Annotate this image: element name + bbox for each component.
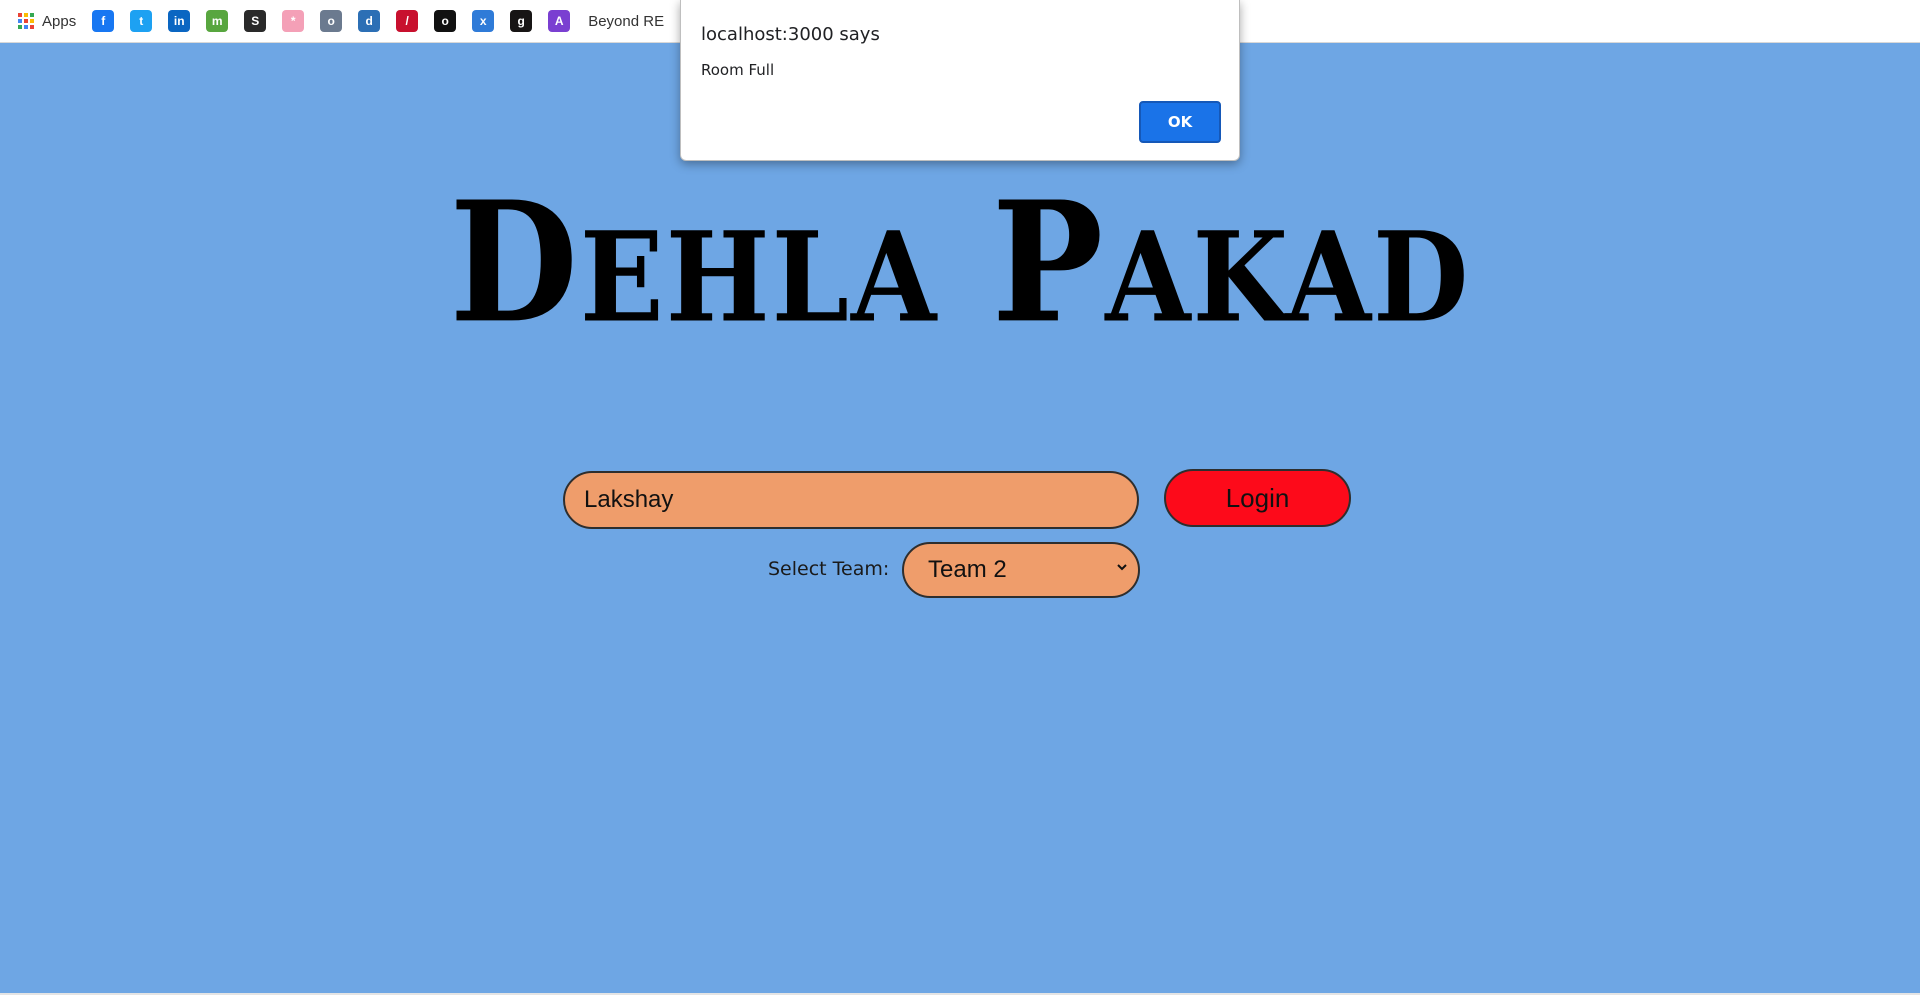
bookmark-7[interactable]: d <box>358 10 381 32</box>
bookmark-apps[interactable]: Apps <box>18 13 76 30</box>
game-title: DEHLA PAKAD <box>0 178 1920 362</box>
select-team-label: Select Team: <box>768 558 890 580</box>
title-first-rest: EHLA <box>579 205 939 350</box>
facebook-icon: f <box>92 10 115 32</box>
bookmark-apps-label: Apps <box>42 12 77 30</box>
title-second-rest: AKAD <box>1105 205 1471 350</box>
bookmark-11[interactable]: g <box>510 10 533 32</box>
alert-ok-button[interactable]: OK <box>1139 101 1221 143</box>
bookmark-10[interactable]: x <box>472 10 495 32</box>
bookmark-0[interactable]: f <box>92 10 115 32</box>
apps-grid-icon <box>18 13 34 29</box>
bookmark-beyond[interactable]: Beyond RE <box>580 13 664 30</box>
bookmark-beyond-label: Beyond RE <box>588 12 665 30</box>
bookmark-badge-icon: o <box>320 10 343 32</box>
twitter-icon: t <box>130 10 153 32</box>
title-second-cap: P <box>991 164 1106 360</box>
alert-message: Room Full <box>701 61 775 79</box>
login-button[interactable]: Login <box>1164 469 1351 527</box>
alert-title: localhost:3000 says <box>701 24 880 45</box>
bookmark-rocket-icon: A <box>548 10 571 32</box>
bookmark-6[interactable]: o <box>320 10 343 32</box>
bookmark-4[interactable]: S <box>244 10 267 32</box>
title-first-cap: D <box>449 164 580 360</box>
linkedin-icon: in <box>168 10 191 32</box>
bookmark-3[interactable]: m <box>206 10 229 32</box>
dominos-icon: d <box>358 10 381 32</box>
bookmark-5[interactable]: * <box>282 10 305 32</box>
alert-dialog: localhost:3000 says Room Full OK <box>680 0 1240 161</box>
bookmark-1[interactable]: t <box>130 10 153 32</box>
bookmark-pink-icon: * <box>282 10 305 32</box>
bookmark-green-icon: m <box>206 10 229 32</box>
bookmark-red-icon: / <box>396 10 419 32</box>
player-name-input[interactable] <box>563 471 1139 529</box>
team-select[interactable]: Team 2 <box>902 542 1140 598</box>
bookmark-8[interactable]: / <box>396 10 419 32</box>
team-select-value: Team 2 <box>928 556 1007 583</box>
bookmark-stripes-icon: S <box>244 10 267 32</box>
bookmark-2[interactable]: in <box>168 10 191 32</box>
bookmark-circle-icon: o <box>434 10 457 32</box>
bookmark-12[interactable]: A <box>548 10 571 32</box>
bookmark-blue-icon: x <box>472 10 495 32</box>
github-icon: g <box>510 10 533 32</box>
chevron-down-icon <box>1117 564 1127 571</box>
bookmark-9[interactable]: o <box>434 10 457 32</box>
